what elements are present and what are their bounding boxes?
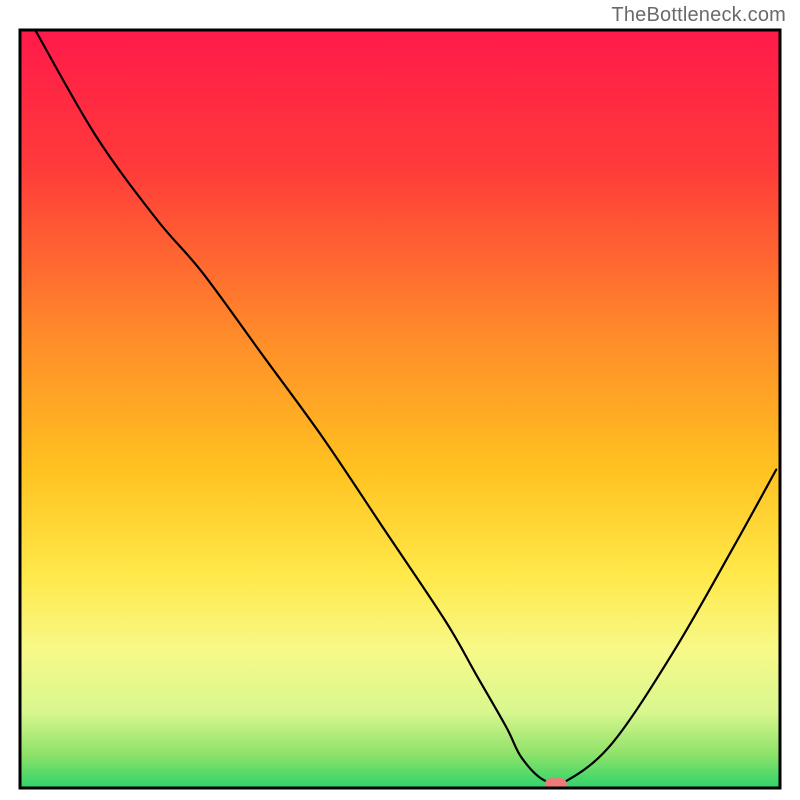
bottleneck-chart xyxy=(0,0,800,800)
gradient-background xyxy=(20,30,780,788)
chart-stage: TheBottleneck.com xyxy=(0,0,800,800)
